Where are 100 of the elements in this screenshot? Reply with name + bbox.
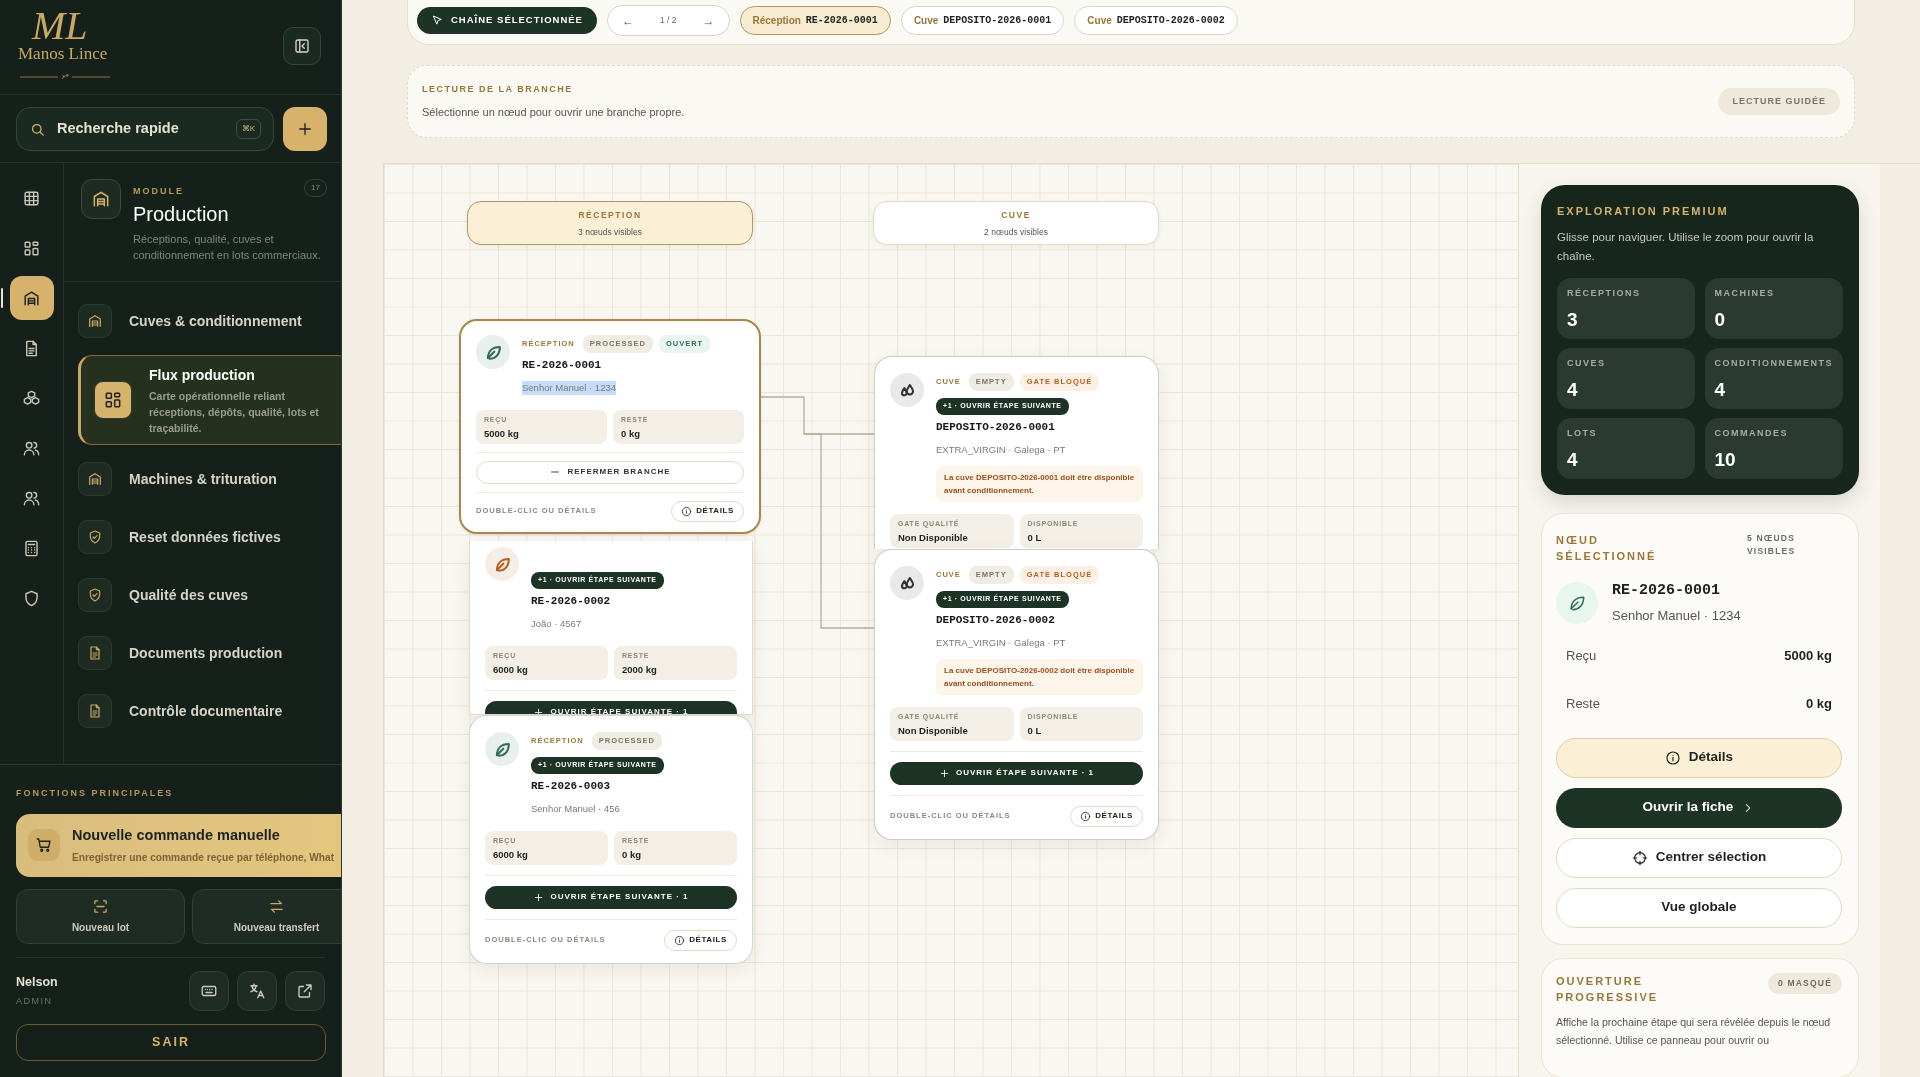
cubes-icon — [22, 388, 41, 408]
document-icon — [87, 645, 103, 661]
scan-icon — [92, 897, 109, 915]
logo-monogram: ML — [30, 8, 89, 44]
node-subtitle: EXTRA_VIRGIN · Galega · PT — [936, 635, 1066, 650]
panel-title: LECTURE DE LA BRANCHE — [422, 82, 574, 96]
hidden-count-badge: 0 MASQUÉ — [1768, 972, 1842, 994]
detail-label: Reste — [1566, 694, 1600, 713]
warehouse-icon — [87, 471, 103, 487]
node-card[interactable] — [874, 549, 1159, 840]
page-indicator: 1 / 2 — [658, 14, 678, 27]
plus-icon — [296, 120, 314, 138]
quick-action-button[interactable]: Nouveau lot — [16, 888, 185, 944]
visible-count: 5 NŒUDS VISIBLES — [1747, 531, 1797, 558]
metric-value: Non Disponible — [898, 724, 969, 738]
shield-icon — [22, 588, 41, 608]
next-step-button[interactable]: OUVRIR ÉTAPE SUIVANTE · 1 — [485, 885, 737, 909]
metric-value: 5000 kg — [484, 427, 520, 441]
warning-message: La cuve DEPOSITO-2026-0002 doit être disponible avant conditionnement. — [936, 658, 1143, 695]
card-title: EXPLORATION PREMIUM — [1557, 204, 1730, 219]
nav-item[interactable]: Qualité des cuves — [78, 571, 341, 619]
rail-button[interactable] — [9, 276, 54, 320]
card-title: NŒUD SÉLECTIONNÉ — [1556, 532, 1658, 564]
nav-item[interactable]: Machines & trituration — [78, 455, 341, 503]
action-button[interactable]: Ouvrir la fiche — [1556, 787, 1842, 828]
active-indicator — [1, 288, 3, 308]
detail-value: 0 kg — [1806, 694, 1832, 713]
card-text: Affiche la prochaine étape qui sera révélée depuis le nœud sélectionné. Utilise ce panneau pour ouvrir ou — [1556, 1014, 1832, 1048]
column-count: 3 nœuds visibles — [577, 225, 643, 239]
metric-value: 0 L — [1027, 724, 1043, 738]
nav-item[interactable]: Documents production — [78, 629, 341, 677]
guided-reading-button[interactable]: LECTURE GUIDÉE — [1718, 88, 1840, 115]
column-title: CUVE — [1000, 209, 1032, 222]
node-subtitle: Senhor Manuel · 1234 — [522, 380, 616, 395]
chain-chip[interactable]: Cuve DEPOSITO-2026-0002 — [1074, 6, 1238, 35]
column-title: RÉCEPTION — [577, 209, 643, 222]
user-role: ADMIN — [16, 994, 54, 1008]
next-step-button[interactable]: OUVRIR ÉTAPE SUIVANTE · 1 — [485, 700, 737, 714]
shield-check-icon — [87, 529, 103, 545]
stat-label: LOTS — [1567, 426, 1598, 440]
logout-button[interactable]: SAIR — [16, 1023, 326, 1061]
panel-text: Sélectionne un nœud pour ouvrir une branche propre. — [422, 105, 685, 120]
metric-value: 6000 kg — [493, 848, 529, 862]
stat-label: MACHINES — [1714, 286, 1776, 300]
metric-value: 0 kg — [621, 427, 641, 441]
logo-name: Manos Lince — [18, 44, 109, 64]
node-subtitle: EXTRA_VIRGIN · Galega · PT — [936, 442, 1066, 457]
module-eyebrow: MODULE — [133, 185, 184, 198]
node-id: RE-2026-0001 — [1612, 580, 1722, 601]
metric-value: 6000 kg — [493, 663, 529, 677]
search-field[interactable]: Recherche rapide — [55, 117, 225, 141]
metric-value: 0 L — [1027, 531, 1043, 545]
metric-value: 2000 kg — [622, 663, 658, 677]
add-button[interactable] — [283, 107, 327, 151]
action-button[interactable]: Détails — [1556, 737, 1842, 778]
sidebar-toggle-icon — [293, 37, 311, 55]
next-button[interactable]: → — [698, 11, 719, 30]
previous-button[interactable]: ← — [617, 11, 638, 30]
crosshair-icon — [1631, 849, 1648, 866]
shortcut-hint: ⌘K — [235, 119, 261, 139]
quick-action-button[interactable]: Nouveau transfert — [192, 888, 341, 944]
node-card[interactable] — [874, 356, 1159, 549]
chain-chip[interactable]: Réception RE-2026-0001 — [739, 6, 891, 35]
details-button[interactable]: DÉTAILS — [671, 500, 744, 522]
cart-icon — [35, 836, 53, 854]
nav-item[interactable]: Cuves & conditionnement — [78, 297, 341, 345]
nav-item[interactable]: Contrôle documentaire — [78, 687, 341, 735]
node-subtitle: Senhor Manuel · 456 — [531, 801, 620, 816]
node-subtitle: Senhor Manuel · 1234 — [1612, 607, 1741, 625]
module-title: Production — [133, 201, 230, 227]
module-description: Réceptions, qualité, cuves et conditionnement en lots commerciaux. — [133, 231, 322, 263]
warehouse-icon — [22, 288, 41, 308]
new-order-button[interactable]: Nouvelle commande manuelle Enregistrer une commande reçue par téléphone, What — [16, 813, 341, 877]
nav-item[interactable]: Reset données fictives — [78, 513, 341, 561]
calculator-icon — [22, 538, 41, 558]
stat-label: CUVES — [1567, 356, 1607, 370]
action-button[interactable]: Centrer sélection — [1556, 837, 1842, 878]
details-button[interactable]: DÉTAILS — [664, 929, 737, 951]
action-button[interactable]: Vue globale — [1556, 887, 1842, 928]
sidebar-toggle-button[interactable] — [283, 27, 321, 65]
search-bar[interactable]: Recherche rapide ⌘K — [16, 107, 274, 151]
translate-icon — [248, 981, 266, 1000]
keyboard-button[interactable] — [189, 970, 229, 1011]
info-icon — [681, 505, 693, 517]
dashboard-icon — [22, 238, 41, 258]
open-external-button[interactable] — [285, 970, 325, 1011]
metric-value: 0 kg — [622, 848, 642, 862]
language-button[interactable] — [237, 970, 277, 1011]
next-step-button[interactable]: OUVRIR ÉTAPE SUIVANTE · 1 — [890, 761, 1143, 785]
chain-chip[interactable]: Cuve DEPOSITO-2026-0001 — [900, 6, 1065, 35]
external-link-icon — [296, 981, 314, 1000]
selected-chain-button[interactable]: CHAÎNE SÉLECTIONNÉE — [417, 7, 597, 34]
section-title: FONCTIONS PRINCIPALES — [16, 787, 175, 800]
stat-label: COMMANDES — [1714, 426, 1789, 440]
nav-item[interactable]: Flux production Carte opérationnelle reliant réceptions, dépôts, qualité, lots et traçabilité. — [78, 355, 341, 445]
detail-value: 5000 kg — [1784, 646, 1832, 665]
node-id: RE-2026-0003 — [531, 779, 612, 794]
node-id: RE-2026-0001 — [522, 358, 603, 373]
details-button[interactable]: DÉTAILS — [1070, 805, 1143, 827]
collapse-branch-button[interactable]: REFERMER BRANCHE — [476, 460, 744, 484]
